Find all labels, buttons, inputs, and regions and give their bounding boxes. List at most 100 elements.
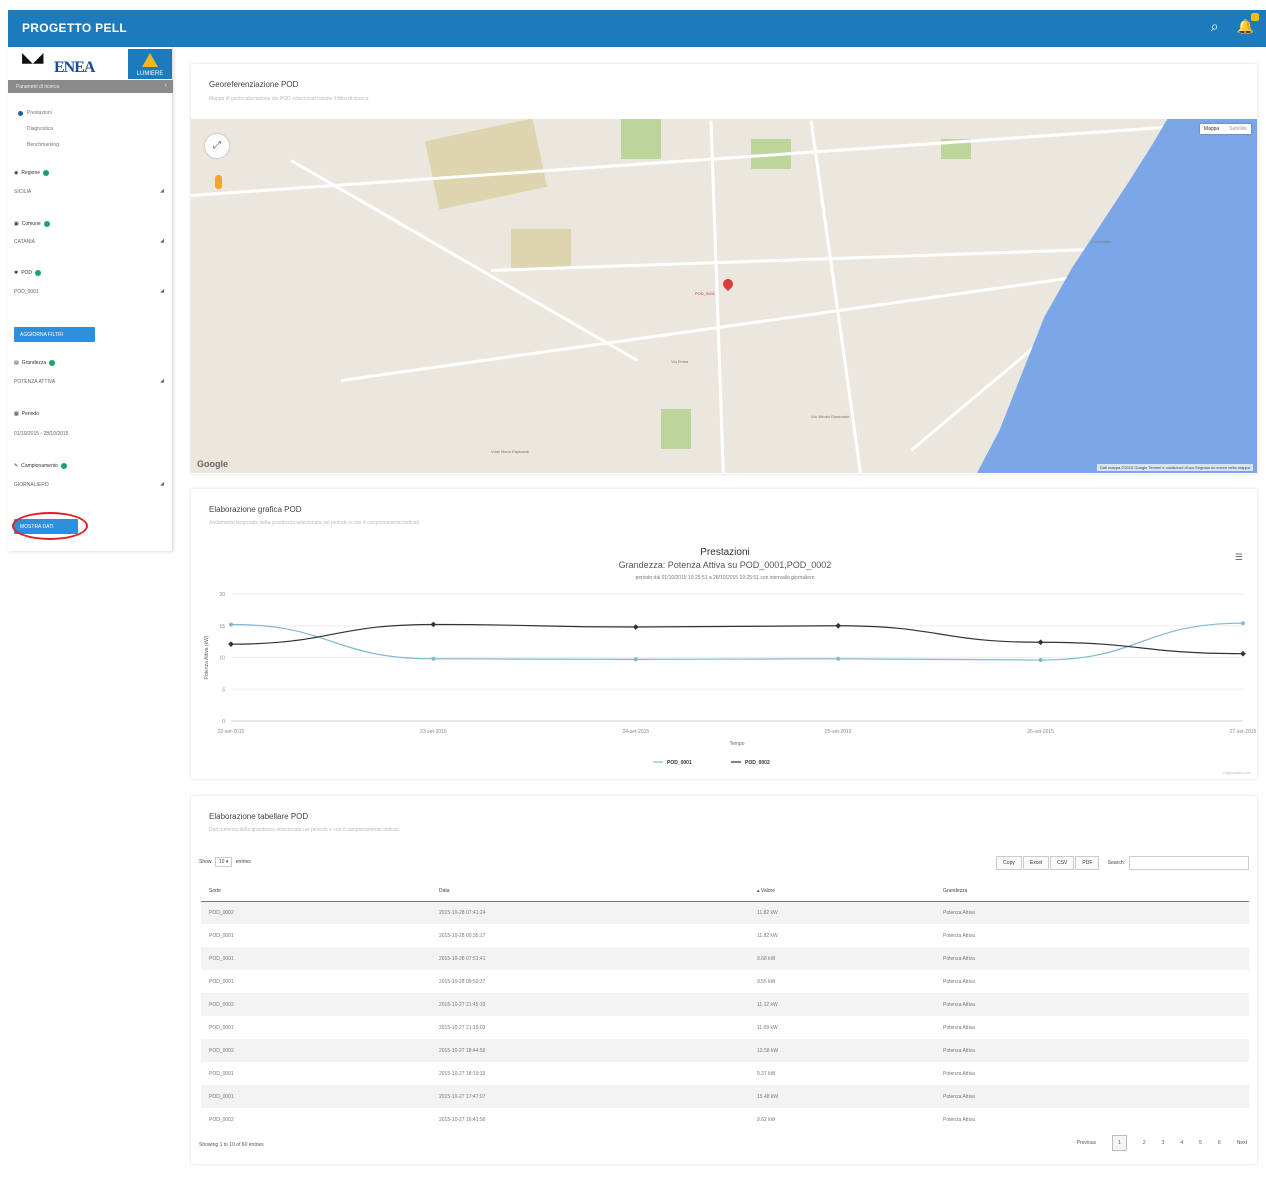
pagination-page-4[interactable]: 4	[1180, 1140, 1183, 1146]
table-toolbar: Copy Excel CSV PDF Search:	[996, 856, 1249, 871]
map-road	[490, 248, 1091, 272]
y-tick-label: 5	[222, 687, 225, 693]
filter-regione-label: ◉ Regione	[14, 170, 50, 176]
y-tick-label: 10	[219, 656, 225, 662]
table-cell: POD_0001	[209, 978, 234, 985]
pagination-page-6[interactable]: 6	[1218, 1140, 1221, 1146]
chart-credits[interactable]: Highcharts.com	[1223, 770, 1251, 775]
table-cell: Potenza Attiva	[935, 993, 1249, 1016]
filter-periodo-input[interactable]: 01/10/2015 - 28/10/2015	[14, 431, 164, 437]
table-cell: POD_0002	[201, 993, 431, 1016]
pagination-page-2[interactable]: 2	[1143, 1140, 1146, 1146]
map-marker-icon: ◉	[14, 170, 19, 176]
table-row[interactable]: POD_0001 2015-10-27 17:47:07 15.48 kW Poten…	[201, 1085, 1249, 1108]
map-place-label: Corso Italia	[1091, 239, 1112, 244]
filter-grandezza-select[interactable]: POTENZA ATTIVA ◢	[14, 378, 164, 385]
table-cell: 2015-10-27 18:44:56	[431, 1039, 749, 1062]
column-header-valore-label: Valore	[760, 888, 775, 895]
bird-logo-icon: ◣◢	[22, 49, 44, 65]
radio-prestazioni[interactable]: Prestazioni	[18, 110, 52, 116]
table-cell: POD_0001	[201, 1085, 431, 1108]
x-tick-label: 25-set-2015	[825, 729, 852, 735]
column-header-data[interactable]: Data	[431, 882, 749, 902]
table-row[interactable]: POD_0001 2015-10-28 09:50:37 9.55 kW Potenz…	[201, 970, 1249, 993]
fullscreen-icon[interactable]: ⤢	[205, 134, 229, 158]
table-row[interactable]: POD_0002 2015-10-28 07:41:24 11.82 kW Poten…	[201, 901, 1249, 924]
filter-value: CATANIA	[14, 239, 35, 245]
map-marker-icon[interactable]	[720, 276, 736, 292]
table-cell: 9.55 kW	[757, 978, 776, 985]
column-header-grandezza[interactable]: Grandezza	[935, 882, 1249, 902]
table-cell: 2015-10-27 21:45:33	[431, 993, 749, 1016]
table-row[interactable]: POD_0002 2015-10-27 18:44:56 13.58 kW Poten…	[201, 1039, 1249, 1062]
search-input[interactable]	[1129, 856, 1249, 870]
pdf-button[interactable]: PDF	[1075, 856, 1100, 871]
table-cell: 11.82 kW	[749, 901, 935, 924]
radio-benchmarking[interactable]: Benchmarking	[18, 142, 59, 148]
map-type-control[interactable]: Mappa Satellite	[1199, 124, 1251, 134]
table-row[interactable]: POD_0002 2015-10-27 21:45:33 11.12 kW Poten…	[201, 993, 1249, 1016]
chevron-left-icon[interactable]: ‹	[165, 82, 167, 89]
pegman-icon[interactable]	[215, 175, 222, 189]
table-row[interactable]: POD_0001 2015-10-28 07:51:41 9.68 kW Potenz…	[201, 947, 1249, 970]
table-row[interactable]: POD_0001 2015-10-27 21:15:03 11.09 kW Poten…	[201, 1016, 1249, 1039]
filter-grandezza-label: ▤ Grandezza	[14, 360, 56, 366]
radio-selected-icon	[18, 110, 23, 116]
top-bar: PROGETTO PELL ⌕ 🔔	[8, 10, 1266, 47]
data-point	[1241, 621, 1245, 626]
check-icon	[49, 360, 56, 366]
check-icon	[43, 221, 50, 227]
excel-button[interactable]: Excel	[1022, 856, 1050, 871]
copy-button[interactable]: Copy	[996, 856, 1022, 871]
app-page: PROGETTO PELL ⌕ 🔔 ◣◢ ENEA LUMIERE Parame…	[0, 0, 1266, 1183]
building-icon: ▣	[14, 221, 19, 227]
table-cell: POD_0001	[201, 947, 431, 970]
column-header-sorte[interactable]: Sorte	[201, 882, 431, 902]
search-icon[interactable]: ⌕	[1211, 18, 1219, 35]
pagination-page-3[interactable]: 3	[1162, 1140, 1165, 1146]
table-cell: 11.82 kW	[757, 932, 778, 939]
map-type-map[interactable]: Mappa	[1204, 126, 1219, 132]
data-point	[229, 622, 233, 627]
table-cell: Potenza Attiva	[943, 1116, 975, 1123]
update-filters-button[interactable]: AGGIORNA FILTRI	[14, 327, 95, 342]
csv-button[interactable]: CSV	[1050, 856, 1075, 871]
entries-select[interactable]: 10 ▾	[214, 857, 233, 867]
filter-pod-select[interactable]: POD_0001 ◢	[14, 288, 164, 295]
table-cell: Potenza Attiva	[935, 901, 1249, 924]
table-card: Elaborazione tabellare POD Dati numerici…	[191, 796, 1257, 1164]
data-point	[835, 622, 842, 629]
table-cell: 9.37 kW	[757, 1070, 776, 1077]
radio-label: Diagnostica	[27, 126, 54, 132]
table-row[interactable]: POD_0001 2015-10-28 00:35:17 11.82 kW Poten…	[201, 924, 1249, 947]
table-card-subtitle: Dati numerici della grandezza selezionat…	[209, 827, 399, 833]
table-cell: POD_0002	[209, 1116, 234, 1123]
filter-campionamento-select[interactable]: GIORNALIERO ◢	[14, 481, 164, 488]
table-row[interactable]: POD_0001 2015-10-27 18:19:33 9.37 kW Potenz…	[201, 1062, 1249, 1085]
pagination-page-1[interactable]: 1	[1112, 1135, 1127, 1151]
search-label: Search:	[1107, 860, 1125, 867]
app-title[interactable]: PROGETTO PELL	[22, 21, 127, 35]
marker-label: POD_0001	[695, 291, 715, 296]
map-place-label: Via Vittorio Emanuele	[811, 414, 850, 419]
sail-icon	[142, 53, 158, 67]
map-type-satellite[interactable]: Satellite	[1229, 126, 1247, 132]
filter-pod-label: ✱ POD	[14, 270, 42, 276]
radio-diagnostica[interactable]: Diagnostica	[18, 126, 53, 132]
table-cell: 13.58 kW	[749, 1039, 935, 1062]
bell-icon[interactable]: 🔔	[1237, 13, 1259, 35]
pagination-previous[interactable]: Previous	[1077, 1140, 1096, 1146]
map-attribution[interactable]: Dati mappa ©2015 Google Termini e condiz…	[1096, 464, 1253, 471]
column-header-valore[interactable]: ▴ Valore	[749, 882, 935, 902]
map-view[interactable]: Via Etnea Corso Italia Viale Mario Rapis…	[191, 119, 1257, 473]
pagination-page-5[interactable]: 5	[1199, 1140, 1202, 1146]
table-cell: Potenza Attiva	[943, 1024, 975, 1031]
filter-comune-select[interactable]: CATANIA ◢	[14, 238, 164, 245]
table-row[interactable]: POD_0002 2015-10-27 16:41:56 9.62 kW Potenz…	[201, 1108, 1249, 1131]
data-point	[228, 641, 234, 647]
table-card-title: Elaborazione tabellare POD	[209, 812, 309, 821]
filter-regione-select[interactable]: SICILIA ◢	[14, 188, 164, 195]
table-header-row: Sorte Data ▴ Valore Grandezza	[201, 882, 1249, 902]
sidebar-header[interactable]: Parametri di ricerca ‹	[8, 80, 173, 93]
pagination-next[interactable]: Next	[1237, 1140, 1247, 1146]
